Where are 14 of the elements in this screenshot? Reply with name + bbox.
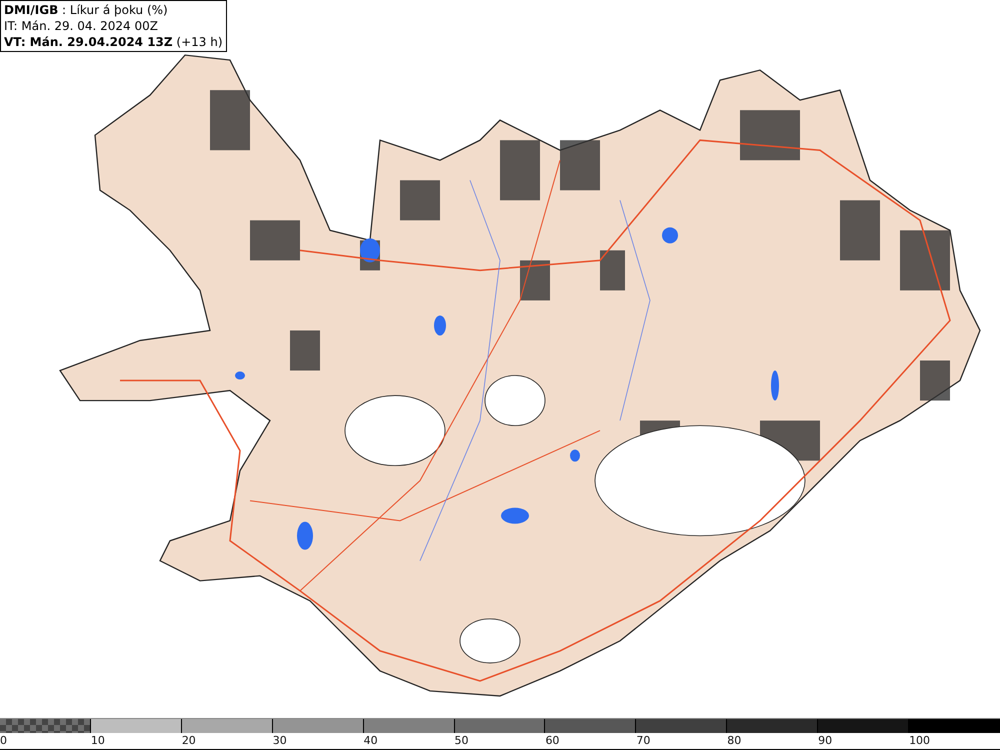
legend-label: 70 — [636, 734, 650, 747]
issue-time: IT: Mán. 29. 04. 2024 00Z — [4, 18, 159, 34]
valid-time: VT: Mán. 29.04.2024 13Z (+13 h) — [4, 34, 223, 50]
legend-label: 60 — [545, 734, 560, 747]
product-title: DMI/IGB : Líkur á þoku (%) — [4, 2, 169, 18]
legend-label: 90 — [818, 734, 832, 747]
legend-label: 0 — [0, 734, 7, 747]
legend-label: 10 — [90, 734, 105, 747]
legend-label: 80 — [727, 734, 742, 747]
legend-label: 50 — [454, 734, 469, 747]
legend-label: 30 — [272, 734, 287, 747]
legend-label: 100 — [909, 734, 930, 747]
legend-label: 40 — [364, 734, 378, 747]
legend-label: 20 — [182, 734, 196, 747]
